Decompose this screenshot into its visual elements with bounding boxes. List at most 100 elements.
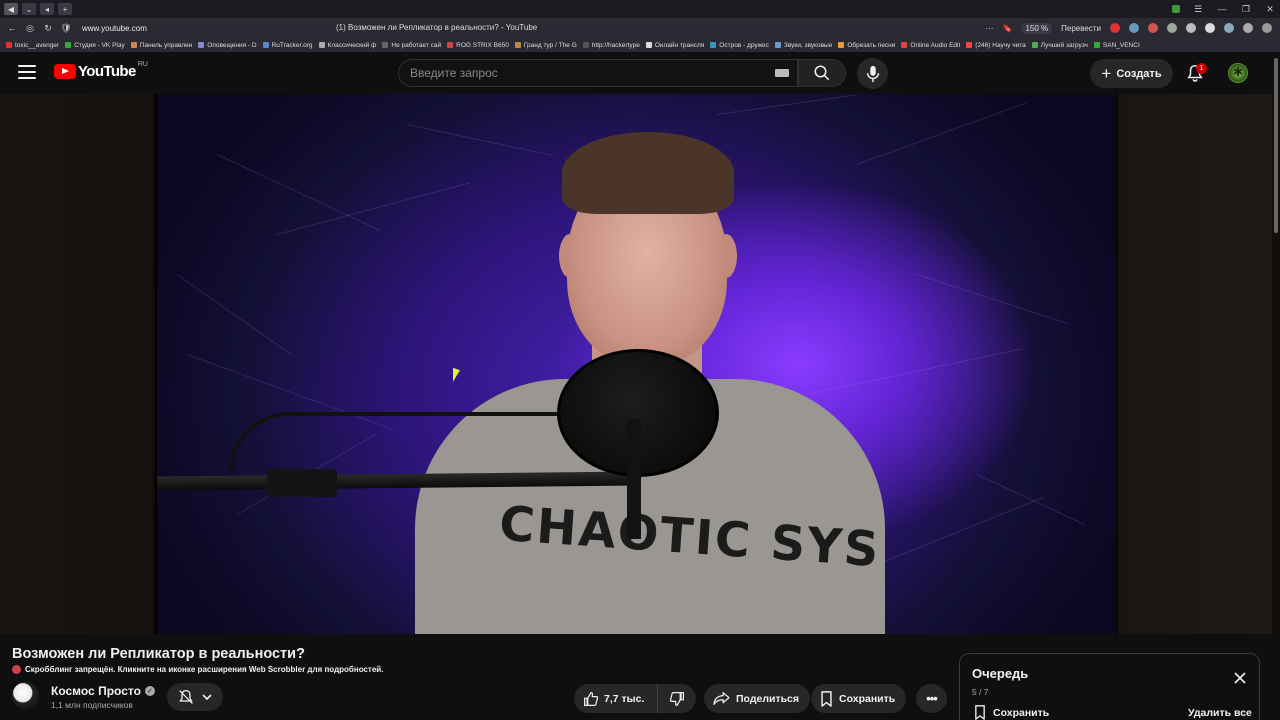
bookmark-favicon-icon	[318, 42, 325, 48]
more-icon[interactable]: ···	[986, 24, 994, 33]
video-frame[interactable]: CHAOTIC SYS	[157, 94, 1116, 634]
restore-icon[interactable]: ❐	[1240, 4, 1252, 15]
person-hair	[562, 132, 734, 214]
voice-search-button[interactable]	[857, 58, 888, 89]
extension-gray-icon[interactable]	[1186, 23, 1196, 33]
channel-avatar[interactable]	[12, 682, 39, 709]
keyboard-icon[interactable]	[775, 69, 789, 77]
bookmark-label: toxic__avenger	[15, 41, 60, 49]
queue-close-button[interactable]	[1232, 670, 1248, 686]
scrobbler-notice[interactable]: Скробблинг запрещён. Кликните на иконке …	[12, 665, 383, 674]
menu-icon[interactable]: ☰	[1192, 4, 1204, 15]
page-title-in-bar: (1) Возможен ли Репликатор в реальности?…	[336, 23, 538, 32]
bookmark-label: ROG STRIX B650	[456, 41, 509, 49]
bookmark-item[interactable]: Панель управлен	[130, 42, 192, 49]
zoom-indicator[interactable]: 150 %	[1021, 22, 1053, 34]
browser-tabstrip: ◀ ⌄ ◂ + ☰ — ❐ ✕	[0, 0, 1280, 18]
translate-button[interactable]: Перевести	[1061, 24, 1101, 33]
bookmark-favicon-icon	[838, 42, 845, 48]
dislike-button[interactable]	[658, 684, 696, 713]
tab-list-icon[interactable]: ⌄	[22, 3, 36, 15]
more-dots-icon: •••	[926, 691, 938, 706]
bookmarks-bar: toxic__avenger Студия - VK Play Панель упр…	[0, 38, 1280, 52]
logo-text: YouTube	[78, 63, 136, 80]
bookmark-item[interactable]: Не работает сай	[382, 42, 441, 49]
channel-name[interactable]: Космос Просто	[51, 684, 141, 698]
backdrop-wrinkle	[856, 102, 1027, 165]
extension-white-icon[interactable]	[1205, 23, 1215, 33]
bookmark-item[interactable]: toxic__avenger	[6, 42, 59, 49]
extension-pink-icon[interactable]	[1148, 23, 1158, 33]
thumbs-down-icon	[669, 691, 684, 706]
like-dislike-group: 7,7 тыс.	[574, 684, 696, 713]
extension-icon[interactable]	[1172, 5, 1180, 13]
save-button[interactable]: Сохранить	[811, 684, 907, 713]
bookmark-item[interactable]: Обрезать песни	[838, 42, 895, 49]
bookmark-favicon-icon	[514, 42, 521, 48]
bookmark-label: Обрезать песни	[847, 41, 896, 49]
window-controls: ☰ — ❐ ✕	[1172, 0, 1276, 18]
bookmark-item[interactable]: Классический ф	[318, 42, 376, 49]
bookmark-label: Лучший загрузч	[1040, 41, 1088, 49]
bookmark-icon[interactable]: 🔖	[1003, 24, 1013, 33]
close-window-icon[interactable]: ✕	[1264, 4, 1276, 15]
page-scrollbar[interactable]	[1272, 52, 1280, 720]
extension-red-icon[interactable]	[1110, 23, 1120, 33]
bookmark-item[interactable]: Студия - VK Play	[65, 42, 125, 49]
bookmark-item[interactable]: (246) Научу чита	[966, 41, 1026, 49]
bookmark-item[interactable]: Гранд тур / The G	[514, 42, 577, 49]
video-player[interactable]: CHAOTIC SYS	[0, 94, 1272, 634]
bookmark-item[interactable]: Оповещения - D	[198, 42, 257, 49]
extension-last-icon[interactable]	[1262, 23, 1272, 33]
verified-check-icon: ✓	[144, 686, 155, 696]
tab-back-icon[interactable]: ◂	[40, 3, 54, 15]
extension-cyan-icon[interactable]	[1224, 23, 1234, 33]
new-tab-icon[interactable]: +	[58, 3, 72, 15]
backdrop-wrinkle	[876, 496, 1045, 565]
bookmark-item[interactable]: Лучший загрузч	[1031, 41, 1088, 49]
notification-badge: 1	[1196, 63, 1207, 74]
bookmark-item[interactable]: SAN_VENCI	[1093, 42, 1140, 49]
extension-box-icon[interactable]	[1243, 23, 1253, 33]
bookmark-item[interactable]: Звуки, звуковые	[774, 42, 832, 49]
queue-save-button[interactable]: Сохранить	[974, 705, 1049, 720]
bookmark-item[interactable]: RuTracker.org	[262, 42, 313, 49]
bookmark-label: (246) Научу чита	[975, 41, 1026, 49]
bookmark-item[interactable]: Online Audio Edit	[901, 42, 960, 49]
like-button[interactable]: 7,7 тыс.	[574, 684, 658, 713]
channel-name-row[interactable]: Космос Просто ✓	[51, 684, 155, 698]
search-button[interactable]	[798, 59, 846, 87]
share-button[interactable]: Поделиться	[704, 684, 811, 713]
scrollbar-thumb[interactable]	[1274, 58, 1278, 233]
queue-clear-all-button[interactable]: Удалить все	[1188, 707, 1252, 719]
bookmark-item[interactable]: Онлайн трансля	[645, 42, 704, 49]
bookmark-favicon-icon	[6, 42, 12, 48]
save-label: Сохранить	[839, 692, 896, 705]
youtube-logo[interactable]: YouTube RU	[54, 61, 148, 80]
hamburger-menu-icon[interactable]	[18, 65, 36, 79]
create-button[interactable]: + Создать	[1090, 59, 1173, 88]
lock-icon: 🛡	[60, 22, 72, 33]
bookmark-favicon-icon	[645, 42, 652, 48]
extension-shield-icon[interactable]	[1167, 23, 1177, 33]
reload-icon[interactable]: ↻	[42, 22, 54, 34]
url-field[interactable]: www.youtube.com	[82, 24, 147, 33]
bookmark-label: Не работает сай	[391, 41, 442, 49]
subscription-notifications-button[interactable]	[167, 683, 223, 711]
account-avatar[interactable]	[1228, 63, 1248, 83]
minimize-icon[interactable]: —	[1216, 4, 1228, 14]
more-actions-button[interactable]: •••	[916, 684, 947, 713]
bookmark-item[interactable]: http://hackertype	[582, 41, 640, 49]
back-icon[interactable]: ←	[6, 22, 18, 34]
tab-audio-icon[interactable]: ◀	[4, 3, 18, 15]
bookmark-item[interactable]: ROG STRIX B650	[447, 42, 509, 49]
search-input[interactable]	[399, 60, 759, 86]
vpn-icon[interactable]: ◎	[24, 22, 36, 34]
extension-blue-icon[interactable]	[1129, 23, 1139, 33]
thumbs-up-icon	[584, 691, 599, 706]
bookmark-label: http://hackertype	[591, 41, 640, 49]
chevron-down-icon	[202, 694, 212, 701]
bookmark-label: Остров - дружес	[719, 41, 769, 49]
microphone-gooseneck	[229, 412, 559, 472]
bookmark-item[interactable]: Остров - дружес	[710, 42, 769, 49]
